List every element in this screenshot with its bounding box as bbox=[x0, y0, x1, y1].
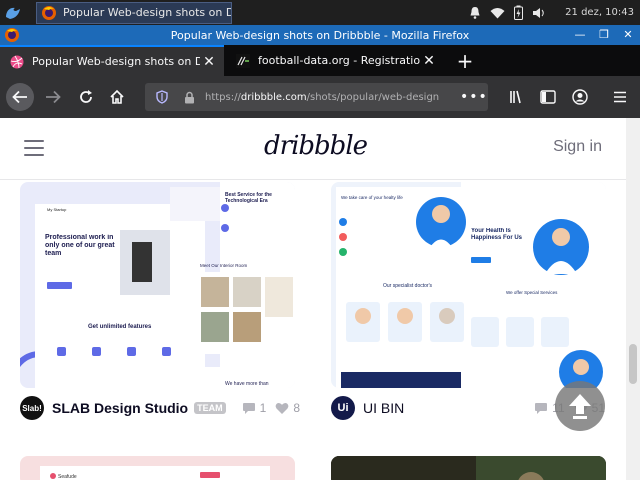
url-domain: dribbble.com bbox=[240, 91, 307, 103]
tab-label: football-data.org - Registration bbox=[258, 54, 420, 67]
maximize-icon[interactable]: ❐ bbox=[596, 27, 612, 42]
library-icon bbox=[510, 90, 521, 104]
page-actions-menu-icon[interactable]: ••• bbox=[460, 89, 487, 105]
new-tab-icon[interactable]: + bbox=[452, 45, 478, 76]
dribbble-logo[interactable]: dribbble bbox=[264, 131, 368, 161]
app-menu-button[interactable] bbox=[606, 83, 634, 111]
comment-icon bbox=[242, 402, 255, 414]
wifi-icon[interactable] bbox=[490, 7, 505, 19]
close-icon[interactable]: ✕ bbox=[620, 27, 636, 42]
os-menu-icon[interactable] bbox=[0, 0, 26, 25]
tracking-protection-shield-icon[interactable] bbox=[151, 90, 173, 104]
preview-service-title: Best Service for the Technological Era bbox=[225, 192, 272, 204]
firefox-icon bbox=[42, 5, 56, 20]
shot-preview-image: My Startup Professional work in only one… bbox=[20, 182, 295, 388]
preview-more-text: We have more than bbox=[225, 381, 269, 387]
arrow-left-icon bbox=[12, 90, 27, 104]
football-data-favicon-icon bbox=[236, 53, 250, 68]
like-count: 8 bbox=[293, 401, 300, 415]
sidebar-icon bbox=[540, 90, 556, 104]
taskbar-firefox-button[interactable]: Popular Web-design shots on Dribbb bbox=[36, 1, 232, 24]
preview-brand: Seafude bbox=[58, 474, 77, 480]
reload-button[interactable] bbox=[72, 83, 100, 111]
preview-nav-brand: My Startup bbox=[47, 207, 67, 212]
volume-icon[interactable] bbox=[532, 7, 546, 19]
tab-close-icon[interactable]: ✕ bbox=[200, 54, 218, 70]
team-badge: TEAM bbox=[194, 402, 226, 414]
author-name[interactable]: UI BIN bbox=[363, 400, 404, 416]
heart-icon[interactable] bbox=[275, 402, 289, 415]
shot-thumbnail[interactable] bbox=[331, 456, 606, 480]
home-icon bbox=[110, 89, 124, 104]
shot-stats: 1 8 bbox=[242, 401, 300, 415]
tab-close-icon[interactable]: ✕ bbox=[420, 53, 438, 69]
avatar[interactable]: Slab! bbox=[20, 396, 44, 420]
preview-interior-title: Meet Our Interior Room bbox=[200, 263, 248, 268]
tab-football-data[interactable]: football-data.org - Registration ✕ bbox=[226, 45, 444, 76]
back-button[interactable] bbox=[6, 83, 34, 111]
system-tray: 21 dez, 10:43 bbox=[469, 0, 634, 25]
clock[interactable]: 21 dez, 10:43 bbox=[565, 7, 634, 18]
url-bar[interactable]: https://dribbble.com/shots/popular/web-d… bbox=[145, 83, 488, 111]
arrow-up-icon bbox=[569, 394, 591, 419]
tab-dribbble[interactable]: Popular Web-design shots on Dribbble ✕ bbox=[0, 45, 224, 76]
dribbble-favicon-icon bbox=[10, 55, 24, 68]
url-path: /shots/popular/web-design bbox=[306, 91, 440, 103]
bell-icon[interactable] bbox=[469, 6, 481, 19]
tab-bar: Popular Web-design shots on Dribbble ✕ f… bbox=[0, 45, 640, 76]
shot-meta: Slab! SLAB Design Studio TEAM 1 8 bbox=[20, 395, 300, 421]
site-menu-icon[interactable] bbox=[24, 140, 44, 156]
page-scrollbar[interactable] bbox=[626, 118, 640, 480]
preview-care-text: We take care of your healty life bbox=[341, 195, 403, 200]
sidebar-button[interactable] bbox=[534, 83, 562, 111]
comment-count: 1 bbox=[259, 401, 267, 415]
url-prefix: https:// bbox=[205, 91, 241, 103]
scroll-to-top-button[interactable] bbox=[555, 381, 605, 431]
account-button[interactable] bbox=[566, 83, 594, 111]
page-content: dribbble Sign in My Startup Professional… bbox=[0, 118, 626, 480]
preview-features-title: Get unlimited features bbox=[88, 324, 152, 330]
home-button[interactable] bbox=[103, 83, 131, 111]
account-icon bbox=[572, 89, 588, 105]
reload-icon bbox=[80, 90, 92, 103]
tab-label: Popular Web-design shots on Dribbble bbox=[32, 55, 200, 68]
battery-icon[interactable] bbox=[514, 5, 524, 20]
window-title: Popular Web-design shots on Dribbble - M… bbox=[170, 28, 470, 42]
arrow-right-icon bbox=[46, 90, 61, 104]
scrollbar-thumb[interactable] bbox=[629, 344, 637, 384]
author-name[interactable]: SLAB Design Studio bbox=[52, 400, 188, 416]
preview-doctors-title: Our specialist doctor's bbox=[383, 283, 433, 289]
taskbar-task-label: Popular Web-design shots on Dribbb bbox=[63, 6, 231, 19]
os-taskbar: Popular Web-design shots on Dribbb 21 de… bbox=[0, 0, 640, 25]
sign-in-link[interactable]: Sign in bbox=[553, 138, 602, 156]
screen: Popular Web-design shots on Dribbb 21 de… bbox=[0, 0, 640, 480]
comment-icon bbox=[535, 402, 548, 414]
window-titlebar: Popular Web-design shots on Dribbble - M… bbox=[0, 25, 640, 45]
shot-thumbnail[interactable]: Seafude bbox=[20, 456, 295, 480]
shot-preview-image: We take care of your healty life Your He… bbox=[336, 182, 606, 388]
avatar[interactable]: Ui bbox=[331, 396, 355, 420]
preview-headline: Professional work in only one of our gre… bbox=[45, 234, 115, 257]
shot-preview-image: Seafude bbox=[40, 466, 270, 480]
shot-thumbnail[interactable]: My Startup Professional work in only one… bbox=[20, 182, 295, 388]
firefox-icon bbox=[5, 28, 19, 42]
preview-health-title: Your Health Is Happiness For Us bbox=[471, 228, 523, 241]
hamburger-menu-icon bbox=[614, 91, 626, 103]
forward-button[interactable] bbox=[39, 83, 67, 111]
minimize-icon[interactable]: — bbox=[572, 27, 588, 42]
site-header: dribbble Sign in bbox=[0, 118, 626, 180]
shot-thumbnail[interactable]: We take care of your healty life Your He… bbox=[331, 182, 606, 388]
navigation-bar: https://dribbble.com/shots/popular/web-d… bbox=[0, 76, 640, 118]
url-text[interactable]: https://dribbble.com/shots/popular/web-d… bbox=[205, 92, 460, 103]
shot-preview-image bbox=[331, 456, 606, 480]
preview-services-title: We offer Special Services bbox=[506, 290, 558, 295]
library-button[interactable] bbox=[503, 83, 531, 111]
lock-icon[interactable] bbox=[179, 91, 199, 104]
